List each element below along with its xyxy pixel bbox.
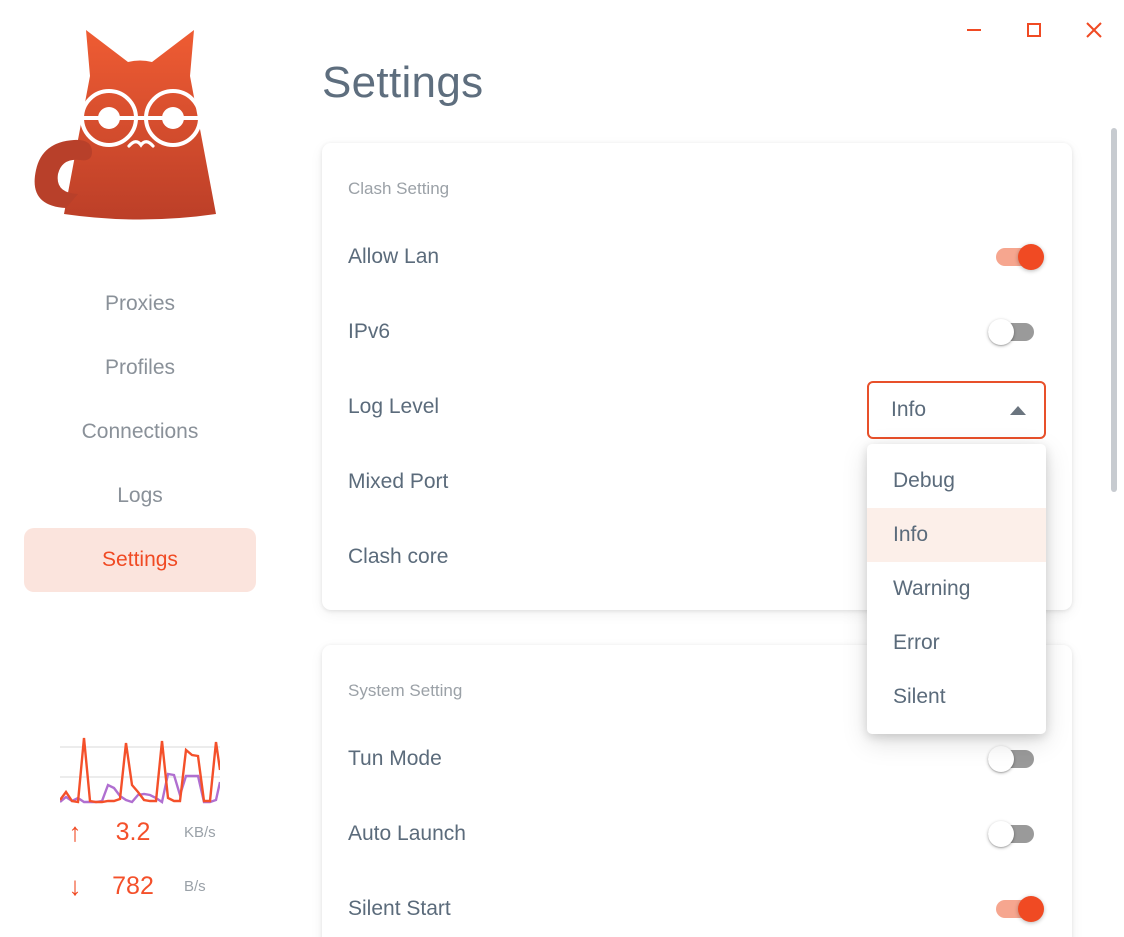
main-scrollbar[interactable]: [1111, 128, 1117, 492]
menu-item-info[interactable]: Info: [867, 508, 1046, 562]
menu-item-silent[interactable]: Silent: [867, 670, 1046, 724]
switch-knob: [1018, 243, 1044, 270]
download-value: 782: [112, 871, 154, 900]
log-level-selected-value: Info: [891, 398, 927, 421]
sidebar: Proxies Profiles Connections Logs Settin…: [0, 0, 280, 937]
page-title: Settings: [322, 58, 484, 107]
switch-knob: [988, 318, 1014, 345]
row-label: Silent Start: [348, 896, 451, 920]
row-label: Log Level: [348, 394, 440, 418]
sidebar-item-label: Connections: [81, 420, 199, 443]
upload-value: 3.2: [115, 817, 151, 846]
card-heading: System Setting: [348, 681, 463, 700]
traffic-sparkline-chart: [60, 737, 220, 804]
row-label: Auto Launch: [348, 821, 466, 845]
sidebar-item-connections[interactable]: Connections: [24, 400, 256, 464]
sidebar-item-label: Proxies: [104, 292, 176, 315]
ipv6-switch[interactable]: [988, 318, 1046, 345]
sidebar-item-label: Settings: [102, 548, 178, 571]
sidebar-item-proxies[interactable]: Proxies: [24, 272, 256, 336]
cat-logo-icon: [34, 30, 216, 220]
tun-mode-switch[interactable]: [988, 745, 1046, 772]
row-label: IPv6: [348, 319, 391, 343]
system-setting-rows: Tun Mode Auto Launch Silent Start: [322, 721, 1072, 937]
download-arrow-icon: ↓: [68, 871, 82, 901]
menu-item-label: Info: [893, 523, 929, 546]
auto-launch-switch[interactable]: [988, 820, 1046, 847]
menu-item-label: Error: [893, 631, 940, 654]
row-allow-lan: Allow Lan: [348, 219, 1046, 294]
row-label: Clash core: [348, 544, 449, 568]
sidebar-item-logs[interactable]: Logs: [24, 464, 256, 528]
app-window: Proxies Profiles Connections Logs Settin…: [0, 0, 1124, 937]
row-label: Mixed Port: [348, 469, 449, 493]
row-auto-launch: Auto Launch: [348, 796, 1046, 871]
row-label: Allow Lan: [348, 244, 440, 268]
sidebar-nav: Proxies Profiles Connections Logs Settin…: [0, 272, 280, 592]
sidebar-item-label: Logs: [117, 484, 163, 507]
allow-lan-switch[interactable]: [988, 243, 1046, 270]
menu-item-error[interactable]: Error: [867, 616, 1046, 670]
menu-item-label: Debug: [893, 469, 955, 492]
silent-start-switch[interactable]: [988, 895, 1046, 922]
sidebar-item-profiles[interactable]: Profiles: [24, 336, 256, 400]
log-level-select-trigger[interactable]: Info: [867, 381, 1046, 439]
row-label: Tun Mode: [348, 746, 442, 770]
log-level-menu: Debug Info Warning Error Silent: [867, 444, 1046, 734]
upload-arrow-icon: ↑: [68, 817, 82, 847]
switch-knob: [988, 820, 1014, 847]
upload-stat: ↑ 3.2 KB/s: [0, 805, 280, 859]
menu-item-label: Warning: [893, 577, 971, 600]
row-silent-start: Silent Start: [348, 871, 1046, 937]
download-stat: ↓ 782 B/s: [0, 859, 280, 913]
app-logo: [0, 18, 280, 228]
switch-knob: [1018, 895, 1044, 922]
switch-knob: [988, 745, 1014, 772]
traffic-panel: ↑ 3.2 KB/s ↓ 782 B/s: [0, 730, 280, 913]
menu-item-warning[interactable]: Warning: [867, 562, 1046, 616]
download-unit: B/s: [184, 877, 206, 895]
menu-item-label: Silent: [893, 685, 946, 708]
card-heading: Clash Setting: [348, 179, 450, 198]
sidebar-item-settings[interactable]: Settings: [24, 528, 256, 592]
sidebar-item-label: Profiles: [104, 356, 176, 379]
menu-item-debug[interactable]: Debug: [867, 454, 1046, 508]
log-level-select: Info Debug Info Warning Error Silent: [867, 381, 1046, 734]
upload-unit: KB/s: [184, 823, 216, 841]
chevron-up-icon: [1010, 405, 1026, 415]
row-ipv6: IPv6: [348, 294, 1046, 369]
